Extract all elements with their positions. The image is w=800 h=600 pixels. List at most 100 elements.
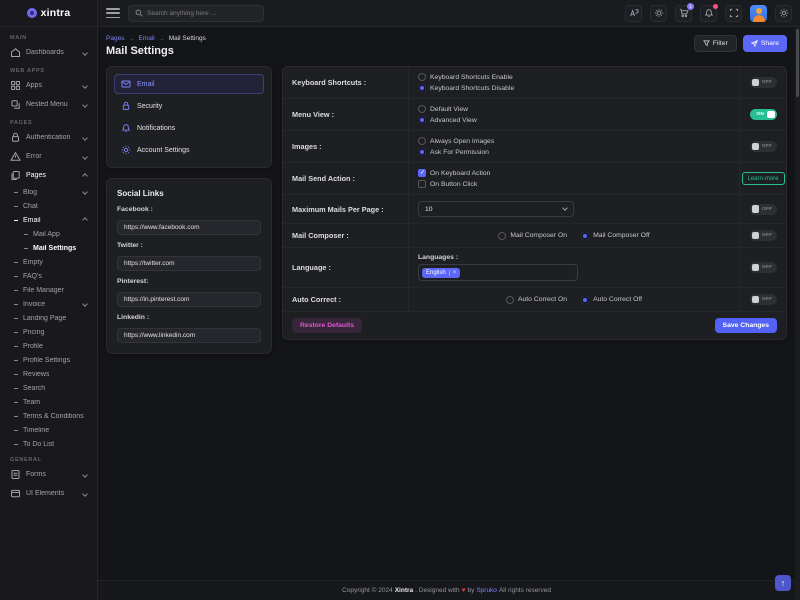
sidebar-item-empty[interactable]: Empty xyxy=(0,255,97,269)
pinterest-input[interactable] xyxy=(117,292,261,307)
fullscreen-button[interactable] xyxy=(725,5,742,22)
auto-correct-toggle[interactable]: OFF xyxy=(750,294,777,305)
row-language: Language : Languages : English × OFF xyxy=(283,248,786,288)
breadcrumb-separator: → xyxy=(159,36,165,42)
sidebar-item-apps[interactable]: Apps xyxy=(0,76,97,95)
facebook-input[interactable] xyxy=(117,220,261,235)
language-toggle[interactable]: OFF xyxy=(750,262,777,273)
sidebar-toggle-icon[interactable] xyxy=(106,8,120,18)
sidebar-item-nested-menu[interactable]: Nested Menu xyxy=(0,95,97,114)
radio-ask-for-permission[interactable]: Ask For Permission xyxy=(418,148,730,156)
select-value: 10 xyxy=(425,206,433,213)
brand-logo[interactable]: xintra xyxy=(0,0,97,27)
sidebar-item-dashboards[interactable]: Dashboards xyxy=(0,43,97,62)
languages-multiselect[interactable]: English × xyxy=(418,264,578,281)
twitter-input[interactable] xyxy=(117,256,261,271)
sidebar-item-label: Landing Page xyxy=(23,315,66,322)
option-label: Always Open Images xyxy=(430,138,494,145)
notifications-button[interactable] xyxy=(700,5,717,22)
sidebar-item-team[interactable]: Team xyxy=(0,395,97,409)
pinterest-label: Pinterest: xyxy=(117,278,261,285)
max-mails-select[interactable]: 10 xyxy=(418,201,574,217)
settings-nav-email[interactable]: Email xyxy=(114,74,264,94)
row-label: Language : xyxy=(283,248,409,287)
checkbox-checked-icon xyxy=(418,169,426,177)
radio-checked-icon xyxy=(418,116,426,124)
share-button[interactable]: Share xyxy=(743,35,787,52)
sidebar-item-terms[interactable]: Terms & Conditions xyxy=(0,409,97,423)
sidebar-item-error[interactable]: Error xyxy=(0,147,97,166)
radio-keyboard-disable[interactable]: Keyboard Shortcuts Disable xyxy=(418,84,730,92)
sidebar-item-chat[interactable]: Chat xyxy=(0,199,97,213)
sidebar-item-pricing[interactable]: Pricing xyxy=(0,325,97,339)
settings-nav-notifications[interactable]: Notifications xyxy=(114,118,264,138)
avatar[interactable] xyxy=(750,5,767,22)
global-search[interactable] xyxy=(128,5,264,22)
linkedin-input[interactable] xyxy=(117,328,261,343)
sidebar-item-forms[interactable]: Forms xyxy=(0,465,97,484)
sidebar-item-pages[interactable]: Pages xyxy=(0,166,97,185)
mail-composer-toggle[interactable]: OFF xyxy=(750,230,777,241)
breadcrumb-email[interactable]: Email xyxy=(138,35,154,42)
cart-button[interactable]: 1 xyxy=(675,5,692,22)
theme-toggle-button[interactable] xyxy=(650,5,667,22)
radio-mail-composer-on[interactable]: Mail Composer On xyxy=(498,232,567,240)
settings-nav-security[interactable]: Security xyxy=(114,96,264,116)
sidebar-item-profile-settings[interactable]: Profile Settings xyxy=(0,353,97,367)
radio-always-open-images[interactable]: Always Open Images xyxy=(418,137,730,145)
scrollbar-thumb[interactable] xyxy=(796,29,799,97)
sidebar-item-reviews[interactable]: Reviews xyxy=(0,367,97,381)
sidebar-item-todo[interactable]: To Do List xyxy=(0,437,97,451)
dash-icon xyxy=(14,346,18,347)
linkedin-label: Linkedin : xyxy=(117,314,261,321)
sidebar-nav: MAIN Dashboards WEB APPS Apps Nested Men… xyxy=(0,27,97,600)
footer-spruko-link[interactable]: Spruko xyxy=(476,587,497,594)
sidebar-item-file-manager[interactable]: File Manager xyxy=(0,283,97,297)
radio-auto-correct-on[interactable]: Auto Correct On xyxy=(506,296,567,304)
share-label: Share xyxy=(761,40,779,47)
radio-auto-correct-off[interactable]: Auto Correct Off xyxy=(581,296,642,304)
main-content: Pages → Email → Mail Settings Mail Setti… xyxy=(98,27,795,600)
checkbox-on-button-click[interactable]: On Button Click xyxy=(418,180,730,188)
row-label: Keyboard Shortcuts : xyxy=(283,67,409,98)
learn-more-button[interactable]: Learn-more xyxy=(742,172,785,185)
dash-icon xyxy=(14,304,18,305)
sidebar-item-ui-elements[interactable]: UI Elements xyxy=(0,484,97,503)
sidebar-item-authentication[interactable]: Authentication xyxy=(0,128,97,147)
sidebar-item-label: Empty xyxy=(23,259,43,266)
dash-icon xyxy=(14,416,18,417)
remove-tag-icon[interactable]: × xyxy=(449,270,457,276)
sidebar-item-mail-settings[interactable]: Mail Settings xyxy=(0,241,97,255)
sidebar-item-profile[interactable]: Profile xyxy=(0,339,97,353)
breadcrumb-pages[interactable]: Pages xyxy=(106,35,124,42)
keyboard-shortcuts-toggle[interactable]: OFF xyxy=(750,77,777,88)
radio-advanced-view[interactable]: Advanced View xyxy=(418,116,730,124)
sidebar-item-blog[interactable]: Blog xyxy=(0,185,97,199)
vertical-scrollbar[interactable] xyxy=(795,27,800,600)
images-toggle[interactable]: OFF xyxy=(750,141,777,152)
chevron-down-icon xyxy=(562,205,568,211)
sidebar-item-landing-page[interactable]: Landing Page xyxy=(0,311,97,325)
radio-keyboard-enable[interactable]: Keyboard Shortcuts Enable xyxy=(418,73,730,81)
sidebar-item-email[interactable]: Email xyxy=(0,213,97,227)
translate-button[interactable] xyxy=(625,5,642,22)
scroll-to-top-button[interactable]: ↑ xyxy=(775,575,791,591)
radio-default-view[interactable]: Default View xyxy=(418,105,730,113)
sidebar-item-invoice[interactable]: Invoice xyxy=(0,297,97,311)
search-input[interactable] xyxy=(147,10,257,17)
sidebar-item-mail-app[interactable]: Mail App xyxy=(0,227,97,241)
settings-gear-button[interactable] xyxy=(775,5,792,22)
max-mails-toggle[interactable]: OFF xyxy=(750,204,777,215)
toggle-state: OFF xyxy=(762,297,772,302)
sidebar-item-search[interactable]: Search xyxy=(0,381,97,395)
radio-mail-composer-off[interactable]: Mail Composer Off xyxy=(581,232,650,240)
menu-view-toggle[interactable]: ON xyxy=(750,109,777,120)
sidebar-item-timeline[interactable]: Timeline xyxy=(0,423,97,437)
save-changes-button[interactable]: Save Changes xyxy=(715,318,777,333)
sidebar-item-faqs[interactable]: FAQ's xyxy=(0,269,97,283)
settings-nav-account-settings[interactable]: Account Settings xyxy=(114,140,264,160)
checkbox-on-keyboard-action[interactable]: On Keyboard Action xyxy=(418,169,730,177)
radio-icon xyxy=(498,232,506,240)
filter-button[interactable]: Filter xyxy=(694,35,737,52)
restore-defaults-button[interactable]: Restore Defaults xyxy=(292,318,362,333)
